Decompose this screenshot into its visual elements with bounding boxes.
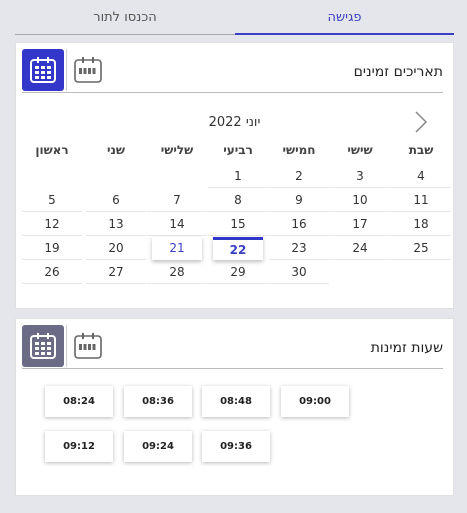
icon-divider — [66, 325, 67, 367]
time-slot[interactable]: 08:24 — [45, 386, 113, 417]
tab-join-queue[interactable]: הכנסו לתור — [15, 0, 235, 35]
calendar-day[interactable]: 14 — [147, 213, 207, 236]
time-slot[interactable]: 08:48 — [202, 386, 270, 417]
calendar-day-selected[interactable]: 22 — [213, 237, 263, 260]
times-header: שעות זמינות — [22, 325, 443, 369]
available-times-card: שעות זמינות 08:24 08:36 08:48 09:00 09:1… — [15, 318, 454, 496]
calendar-day[interactable]: 25 — [391, 237, 451, 260]
calendar-day[interactable]: 27 — [86, 261, 146, 284]
weekday-label: שלישי — [160, 143, 194, 157]
calendar-day[interactable]: 10 — [330, 189, 390, 212]
time-slot[interactable]: 08:36 — [124, 386, 192, 417]
calendar-month-view-button[interactable] — [22, 49, 64, 91]
calendar-day[interactable]: 4 — [391, 165, 451, 188]
tab-bar: פגישה הכנסו לתור — [15, 0, 454, 35]
weekday-label: שבת — [408, 143, 434, 157]
calendar-week-icon — [74, 57, 102, 83]
calendar-day[interactable]: 18 — [391, 213, 451, 236]
time-slot[interactable]: 09:24 — [124, 431, 192, 462]
calendar-day[interactable]: 19 — [22, 237, 82, 260]
calendar-day[interactable]: 2 — [269, 165, 329, 188]
dates-header: תאריכים זמינים — [22, 49, 443, 93]
calendar-day[interactable]: 17 — [330, 213, 390, 236]
weekday-label: רביעי — [223, 143, 253, 157]
calendar-day[interactable]: 13 — [86, 213, 146, 236]
icon-divider — [66, 49, 67, 91]
calendar-day[interactable]: 8 — [208, 189, 268, 212]
calendar-grid-icon — [30, 333, 56, 359]
tab-meeting[interactable]: פגישה — [235, 0, 454, 35]
calendar-week-icon — [74, 333, 102, 359]
time-slot[interactable]: 09:00 — [281, 386, 349, 417]
calendar-day[interactable]: 29 — [208, 261, 268, 284]
calendar-day[interactable]: 9 — [269, 189, 329, 212]
calendar-month-view-button[interactable] — [22, 325, 64, 367]
calendar-day[interactable]: 30 — [269, 261, 329, 284]
calendar-day[interactable]: 3 — [330, 165, 390, 188]
calendar-day[interactable]: 15 — [208, 213, 268, 236]
calendar-day[interactable]: 7 — [147, 189, 207, 212]
calendar-week-view-button[interactable] — [70, 49, 106, 91]
calendar-day[interactable]: 11 — [391, 189, 451, 212]
calendar-day[interactable]: 5 — [22, 189, 82, 212]
time-slot[interactable]: 09:36 — [202, 431, 270, 462]
calendar-day[interactable]: 23 — [269, 237, 329, 260]
chevron-right-icon[interactable] — [413, 110, 429, 134]
month-label: יוני 2022 — [208, 115, 261, 130]
weekday-label: ראשון — [35, 143, 69, 157]
available-times-title: שעות זמינות — [370, 340, 443, 356]
calendar-day[interactable]: 26 — [22, 261, 82, 284]
calendar-day[interactable]: 28 — [147, 261, 207, 284]
calendar-day[interactable]: 6 — [86, 189, 146, 212]
weekday-label: שני — [106, 143, 126, 157]
calendar-day[interactable]: 24 — [330, 237, 390, 260]
calendar-day[interactable]: 20 — [86, 237, 146, 260]
weekday-label: חמישי — [282, 143, 316, 157]
calendar-day-today[interactable]: 21 — [152, 237, 202, 260]
calendar-grid-icon — [30, 57, 56, 83]
available-dates-card: תאריכים זמינים יוני 2022 שבת שישי חמישי רבי… — [15, 42, 454, 309]
time-slot[interactable]: 09:12 — [45, 431, 113, 462]
calendar-day[interactable]: 12 — [22, 213, 82, 236]
weekday-label: שישי — [347, 143, 373, 157]
available-dates-title: תאריכים זמינים — [353, 64, 443, 80]
calendar-day[interactable]: 1 — [208, 165, 268, 188]
calendar-week-view-button[interactable] — [70, 325, 106, 367]
calendar-day[interactable]: 16 — [269, 213, 329, 236]
